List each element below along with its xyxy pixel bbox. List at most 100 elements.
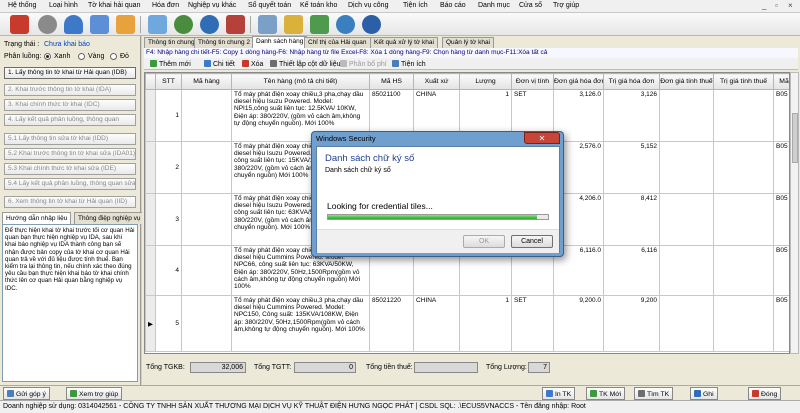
cell-stt[interactable]: 5 — [155, 295, 182, 352]
menu-ke-toan-kho[interactable]: Kế toán kho — [300, 2, 337, 9]
row-header[interactable] — [145, 89, 156, 142]
step-5-1-button[interactable]: 5.1 Lấy thông tin sửa tờ khai (IDD) — [4, 133, 136, 145]
cell-don-gia-hoa-don[interactable]: 9,200.0 — [553, 295, 604, 352]
col-don-vi-tinh[interactable]: Đơn vị tính — [511, 73, 554, 90]
info-icon[interactable] — [362, 15, 381, 34]
chart-icon[interactable] — [310, 15, 329, 34]
row-header[interactable] — [145, 245, 156, 296]
cell-tri-gia-hoa-don[interactable]: 3,126 — [603, 89, 660, 142]
cell-ma-hang[interactable] — [181, 141, 232, 194]
exit-icon[interactable] — [226, 15, 245, 34]
scrollbar-thumb[interactable] — [792, 113, 798, 163]
menu-tro-giup[interactable]: Trợ giúp — [553, 2, 579, 9]
delete-button[interactable]: Xóa — [242, 60, 263, 68]
menu-to-khai-hai-quan[interactable]: Tờ khai hải quan — [88, 2, 140, 9]
save-button[interactable]: Ghi — [690, 387, 718, 400]
dialog-close-button[interactable]: ✕ — [524, 132, 560, 144]
row-header-current[interactable]: ▶ — [145, 295, 156, 352]
cell-stt[interactable]: 1 — [155, 89, 182, 142]
cell-don-gia-tinh-thue[interactable] — [659, 141, 714, 194]
radio-do[interactable] — [110, 53, 117, 60]
cell-stt[interactable]: 2 — [155, 141, 182, 194]
cell-ma-bieu[interactable]: B05 — [773, 245, 789, 296]
cell-stt[interactable]: 4 — [155, 245, 182, 296]
cell-tri-gia-tinh-thue[interactable] — [713, 89, 774, 142]
help-icon[interactable] — [174, 15, 193, 34]
detail-button[interactable]: Chi tiết — [204, 60, 235, 68]
col-ma-hang[interactable]: Mã hàng — [181, 73, 232, 90]
help-guide-button[interactable]: Xem trợ giúp — [66, 387, 123, 400]
step-1-button[interactable]: 1. Lấy thông tin tờ khai từ Hải quan (ID… — [4, 67, 136, 79]
col-stt[interactable]: STT — [155, 73, 182, 90]
col-ma-bieu[interactable]: Mã biể — [773, 73, 789, 90]
cell-tri-gia-tinh-thue[interactable] — [713, 193, 774, 246]
cell-ma-bieu[interactable]: B05 — [773, 141, 789, 194]
row-header[interactable] — [145, 193, 156, 246]
database-icon[interactable] — [90, 15, 109, 34]
menu-bao-cao[interactable]: Báo cáo — [440, 2, 466, 9]
cell-tri-gia-hoa-don[interactable]: 5,152 — [603, 141, 660, 194]
refresh-icon[interactable] — [336, 15, 355, 34]
tab-thong-diep[interactable]: Thông điệp nghiệp vụ — [74, 212, 145, 224]
restore-button[interactable]: ▫ — [775, 1, 778, 10]
col-don-gia-hoa-don[interactable]: Đơn giá hóa đơn — [553, 73, 604, 90]
settings-icon[interactable] — [38, 15, 57, 34]
cell-tri-gia-tinh-thue[interactable] — [713, 295, 774, 352]
cancel-button[interactable]: Cancel — [511, 235, 553, 248]
cell-don-gia-tinh-thue[interactable] — [659, 295, 714, 352]
step-5-3-button[interactable]: 5.3 Khai chính thức tờ khai sửa (IDE) — [4, 163, 136, 175]
add-item-button[interactable]: Thêm mới — [150, 60, 191, 68]
step-5-4-button[interactable]: 5.4 Lấy kết quả phân luồng, thông quan s… — [4, 178, 136, 190]
tab-chi-thi-hai-quan[interactable]: Chỉ thị của Hải quan — [304, 37, 371, 48]
tab-thong-tin-chung[interactable]: Thông tin chung — [144, 37, 199, 48]
cell-tri-gia-hoa-don[interactable]: 8,412 — [603, 193, 660, 246]
print-declaration-button[interactable]: In TK — [542, 387, 576, 400]
row-header[interactable] — [145, 141, 156, 194]
col-luong[interactable]: Lượng — [459, 73, 512, 90]
col-tri-gia-tinh-thue[interactable]: Trị giá tính thuế — [713, 73, 774, 90]
column-setup-button[interactable]: Thiết lập cột dữ liệu — [270, 60, 341, 68]
grid-vertical-scrollbar[interactable] — [790, 72, 799, 354]
step-2-button[interactable]: 2. Khai trước thông tin tờ khai (IDA) — [4, 84, 136, 96]
menu-cua-so[interactable]: Cửa sổ — [519, 2, 542, 9]
find-declaration-button[interactable]: Tìm TK — [634, 387, 674, 400]
email-icon[interactable] — [284, 15, 303, 34]
tax-form-icon[interactable] — [10, 15, 29, 34]
col-xuat-xu[interactable]: Xuất xứ — [413, 73, 460, 90]
step-4-button[interactable]: 4. Lấy kết quả phân luồng, thông quan — [4, 114, 136, 126]
cell-ma-bieu[interactable]: B05 — [773, 295, 789, 352]
user-icon[interactable] — [64, 15, 83, 34]
cell-ma-bieu[interactable]: B05 — [773, 89, 789, 142]
cell-ma-hang[interactable] — [181, 193, 232, 246]
fee-allocation-button[interactable]: Phân bổ phí — [340, 60, 387, 68]
menu-so-quyet-toan[interactable]: Sổ quyết toán — [248, 2, 291, 9]
tab-huong-dan[interactable]: Hướng dẫn nhập liệu — [2, 212, 72, 224]
col-don-gia-tinh-thue[interactable]: Đơn giá tính thuế — [659, 73, 714, 90]
cell-ma-bieu[interactable]: B05 — [773, 193, 789, 246]
cell-don-gia-tinh-thue[interactable] — [659, 193, 714, 246]
tab-ket-qua-xu-ly[interactable]: Kết quả xử lý tờ khai — [370, 37, 438, 48]
minimize-button[interactable]: _ — [762, 1, 766, 10]
tab-quan-ly-to-khai[interactable]: Quản lý tờ khai — [442, 37, 495, 48]
step-6-button[interactable]: 6. Xem thông tin tờ khai từ Hải quan (II… — [4, 196, 136, 208]
col-ten-hang[interactable]: Tên hàng (mô tả chi tiết) — [231, 73, 370, 90]
calculator-icon[interactable] — [116, 15, 135, 34]
menu-loai-hinh[interactable]: Loại hình — [49, 2, 78, 9]
globe-icon[interactable] — [200, 15, 219, 34]
radio-vang[interactable] — [78, 53, 85, 60]
cell-ma-hs[interactable]: 85021220 — [369, 295, 414, 352]
cell-don-vi-tinh[interactable]: SET — [511, 295, 554, 352]
cell-stt[interactable]: 3 — [155, 193, 182, 246]
step-3-button[interactable]: 3. Khai chính thức tờ khai (IDC) — [4, 99, 136, 111]
menu-danh-muc[interactable]: Danh mục — [478, 2, 510, 9]
menu-nghiep-vu-khac[interactable]: Nghiệp vụ khác — [188, 2, 236, 9]
cell-luong[interactable]: 1 — [459, 295, 512, 352]
col-tri-gia-hoa-don[interactable]: Trị giá hóa đơn — [603, 73, 660, 90]
cell-tri-gia-hoa-don[interactable]: 6,116 — [603, 245, 660, 296]
menu-hoa-don[interactable]: Hóa đơn — [152, 2, 179, 9]
ok-button[interactable]: OK — [463, 235, 505, 248]
table-row[interactable]: ▶ 5 Tổ máy phát điện xoay chiều,3 pha,ch… — [145, 295, 789, 352]
close-button[interactable]: Đóng — [748, 387, 782, 400]
cell-ma-hang[interactable] — [181, 89, 232, 142]
new-declaration-button[interactable]: TK Mới — [586, 387, 626, 400]
